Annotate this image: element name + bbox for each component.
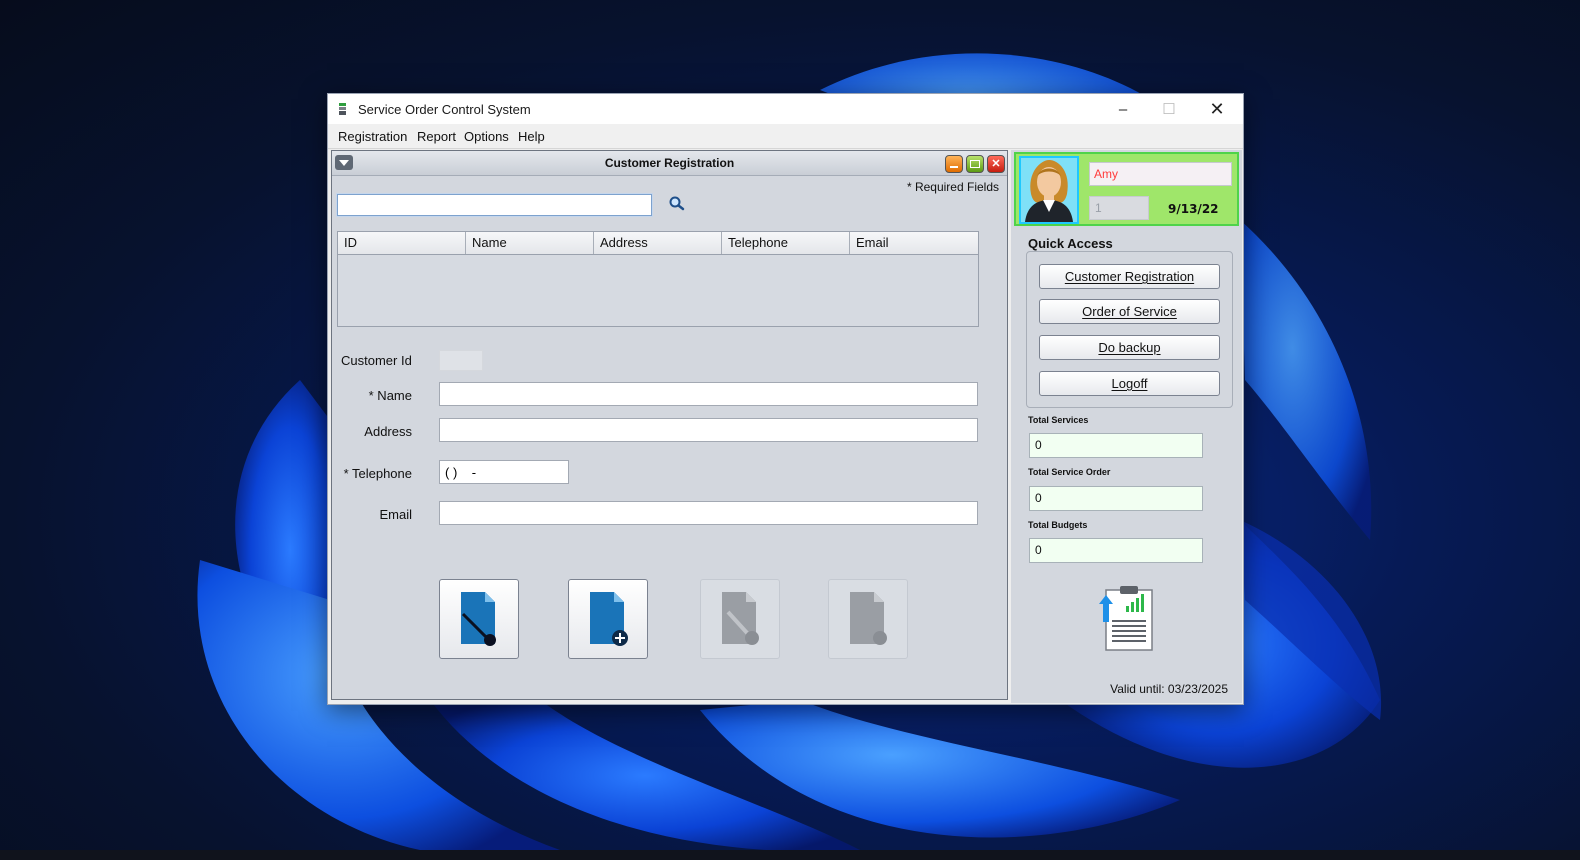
menu-help[interactable]: Help: [518, 129, 545, 144]
customer-id-label: Customer Id: [341, 353, 412, 368]
address-label: Address: [364, 424, 412, 439]
quick-access-title: Quick Access: [1028, 236, 1113, 251]
telephone-field[interactable]: [439, 460, 569, 484]
column-header-id[interactable]: ID: [338, 232, 466, 254]
column-header-telephone[interactable]: Telephone: [722, 232, 850, 254]
name-label: * Name: [368, 388, 412, 403]
total-service-order-label: Total Service Order: [1028, 467, 1111, 477]
name-field[interactable]: [439, 382, 978, 406]
email-label: Email: [379, 507, 412, 522]
menu-bar: Registration Report Options Help: [328, 124, 1243, 149]
quick-access-panel: Customer Registration Order of Service D…: [1026, 251, 1233, 408]
window-titlebar[interactable]: Service Order Control System – ☐ ✕: [328, 94, 1243, 124]
column-header-address[interactable]: Address: [594, 232, 722, 254]
total-services-field: 0: [1029, 433, 1203, 458]
minimize-button[interactable]: –: [1100, 94, 1146, 124]
maximize-button[interactable]: ☐: [1146, 94, 1192, 124]
address-field[interactable]: [439, 418, 978, 442]
customer-registration-frame: Customer Registration ✕ * Required Field…: [331, 150, 1008, 700]
frame-minimize-button[interactable]: [945, 155, 963, 173]
search-input[interactable]: [337, 194, 652, 216]
menu-report[interactable]: Report: [417, 129, 456, 144]
order-of-service-button[interactable]: Order of Service: [1039, 299, 1220, 324]
customer-table[interactable]: ID Name Address Telephone Email: [337, 231, 979, 327]
clear-document-icon: [461, 592, 496, 646]
clear-form-button[interactable]: [439, 579, 519, 659]
user-name-field: Amy: [1089, 162, 1232, 186]
column-header-name[interactable]: Name: [466, 232, 594, 254]
add-customer-button[interactable]: [568, 579, 648, 659]
required-fields-note: * Required Fields: [906, 180, 999, 194]
menu-registration[interactable]: Registration: [338, 129, 407, 144]
search-icon[interactable]: [668, 195, 686, 213]
telephone-label: * Telephone: [343, 466, 412, 481]
add-document-icon: [590, 592, 628, 646]
user-avatar-icon: [1021, 158, 1077, 222]
clipboard-chart-icon: [1099, 586, 1153, 651]
window-title: Service Order Control System: [358, 102, 531, 117]
email-field[interactable]: [439, 501, 978, 525]
table-header: ID Name Address Telephone Email: [338, 232, 978, 255]
avatar: [1019, 156, 1079, 224]
total-budgets-field: 0: [1029, 538, 1203, 563]
side-panel: Amy 1 9/13/22 Quick Access Customer Regi…: [1011, 150, 1242, 703]
current-date: 9/13/22: [1168, 202, 1219, 216]
license-valid-until: Valid until: 03/23/2025: [1110, 682, 1228, 696]
taskbar-edge: [0, 850, 1580, 860]
total-services-label: Total Services: [1028, 415, 1089, 425]
frame-close-button[interactable]: ✕: [987, 155, 1005, 173]
app-window: Service Order Control System – ☐ ✕ Regis…: [327, 93, 1244, 705]
frame-maximize-button[interactable]: [966, 155, 984, 173]
menu-options[interactable]: Options: [464, 129, 509, 144]
delete-customer-button[interactable]: [828, 579, 908, 659]
column-header-email[interactable]: Email: [850, 232, 978, 254]
do-backup-button[interactable]: Do backup: [1039, 335, 1220, 360]
customer-id-field: [439, 350, 483, 371]
close-button[interactable]: ✕: [1194, 94, 1240, 124]
frame-titlebar[interactable]: Customer Registration ✕: [332, 151, 1007, 176]
total-service-order-field: 0: [1029, 486, 1203, 511]
frame-title: Customer Registration: [604, 156, 735, 170]
app-icon: [339, 103, 346, 115]
logoff-button[interactable]: Logoff: [1039, 371, 1220, 396]
delete-document-icon: [850, 592, 887, 645]
total-budgets-label: Total Budgets: [1028, 520, 1088, 530]
customer-registration-button[interactable]: Customer Registration: [1039, 264, 1220, 289]
edit-document-icon: [722, 592, 759, 645]
user-info-panel: Amy 1 9/13/22: [1014, 152, 1239, 226]
edit-customer-button[interactable]: [700, 579, 780, 659]
user-id-field: 1: [1089, 196, 1149, 220]
